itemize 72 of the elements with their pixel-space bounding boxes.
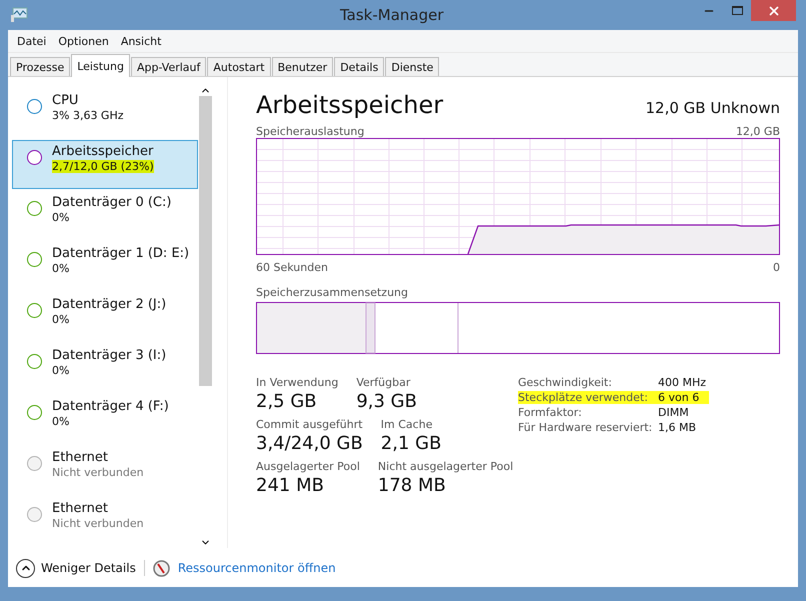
tab[interactable]: Benutzer bbox=[272, 57, 334, 76]
sidebar-item[interactable]: Datenträger 1 (D: E:) 0% bbox=[12, 242, 198, 291]
tab[interactable]: Autostart bbox=[207, 57, 271, 76]
item-name: Datenträger 1 (D: E:) bbox=[52, 246, 190, 261]
item-name: Ethernet bbox=[52, 450, 108, 465]
item-name: Datenträger 0 (C:) bbox=[52, 195, 172, 210]
sidebar-item[interactable]: Datenträger 3 (I:) 0% bbox=[12, 344, 198, 393]
stat-value: 241 MB bbox=[256, 475, 325, 496]
item-detail: 0% bbox=[52, 211, 70, 224]
item-detail: 3% 3,63 GHz bbox=[52, 109, 124, 122]
spec-label: Steckplätze verwendet: bbox=[518, 391, 658, 404]
panel-title: Arbeitsspeicher bbox=[256, 91, 444, 119]
item-detail: 0% bbox=[52, 262, 70, 275]
sidebar-item[interactable]: Datenträger 0 (C:) 0% bbox=[12, 191, 198, 240]
spec-value: 6 von 6 bbox=[658, 391, 710, 404]
stat-label: In Verwendung bbox=[256, 376, 338, 389]
scroll-thumb[interactable] bbox=[199, 96, 212, 386]
stat-value: 3,4/24,0 GB bbox=[256, 433, 363, 454]
spec-label: Geschwindigkeit: bbox=[518, 376, 613, 389]
stat-label: Commit ausgeführt bbox=[256, 418, 363, 431]
item-name: Datenträger 2 (J:) bbox=[52, 297, 166, 312]
spec-value: 400 MHz bbox=[658, 376, 708, 389]
stat-value: 2,1 GB bbox=[380, 433, 442, 454]
graph-max: 12,0 GB bbox=[736, 125, 780, 138]
time-end-label: 0 bbox=[773, 261, 780, 274]
item-detail: 0% bbox=[52, 415, 70, 428]
sidebar-item[interactable]: Arbeitsspeicher 2,7/12,0 GB (23%) bbox=[12, 140, 198, 189]
maximize-icon bbox=[732, 6, 742, 15]
stat-value: 178 MB bbox=[378, 475, 447, 496]
item-name: Datenträger 4 (F:) bbox=[52, 399, 169, 414]
menu-item[interactable]: Datei bbox=[11, 34, 52, 48]
stat-label: Verfügbar bbox=[356, 376, 412, 389]
close-button[interactable] bbox=[751, 0, 796, 21]
menu-item[interactable]: Ansicht bbox=[114, 34, 168, 48]
item-detail: 2,7/12,0 GB (23%) bbox=[52, 160, 154, 173]
item-name: Ethernet bbox=[52, 501, 108, 516]
spec-label: Formfaktor: bbox=[518, 406, 583, 419]
item-name: Datenträger 3 (I:) bbox=[52, 348, 166, 363]
spec-value: 1,6 MB bbox=[658, 421, 698, 434]
item-detail: 0% bbox=[52, 313, 70, 326]
time-span-label: 60 Sekunden bbox=[256, 261, 328, 274]
item-detail: Nicht verbunden bbox=[52, 517, 144, 530]
fewer-details-button[interactable]: Weniger Details bbox=[16, 558, 136, 578]
tab[interactable]: Details bbox=[334, 57, 384, 76]
spec-value: DIMM bbox=[658, 406, 690, 419]
sidebar-item[interactable]: Datenträger 4 (F:) 0% bbox=[12, 395, 198, 444]
tab[interactable]: Dienste bbox=[385, 57, 440, 76]
gauge-icon bbox=[152, 560, 170, 576]
stat-label: Im Cache bbox=[380, 418, 434, 431]
tab[interactable]: Prozesse bbox=[10, 57, 70, 76]
capacity-label: 12,0 GB Unknown bbox=[646, 99, 780, 117]
composition-label: Speicherzusammensetzung bbox=[256, 286, 408, 299]
menu-item[interactable]: Optionen bbox=[52, 34, 115, 48]
item-detail: Nicht verbunden bbox=[52, 466, 144, 479]
graph-label: Speicherauslastung bbox=[256, 125, 364, 138]
stat-label: Ausgelagerter Pool bbox=[256, 460, 360, 473]
item-name: Arbeitsspeicher bbox=[52, 144, 154, 159]
tab[interactable]: Leistung bbox=[71, 54, 130, 77]
app-icon bbox=[10, 7, 28, 23]
window-title: Task-Manager bbox=[340, 6, 444, 24]
resource-monitor-link[interactable]: Ressourcenmonitor öffnen bbox=[178, 561, 336, 575]
tab[interactable]: App-Verlauf bbox=[130, 57, 206, 76]
sidebar-item[interactable]: CPU 3% 3,63 GHz bbox=[12, 89, 198, 138]
stat-label: Nicht ausgelagerter Pool bbox=[378, 460, 514, 473]
item-detail: 0% bbox=[52, 364, 70, 377]
close-icon bbox=[766, 4, 780, 18]
stat-value: 2,5 GB bbox=[256, 391, 318, 412]
item-name: CPU bbox=[52, 93, 78, 108]
sidebar-item[interactable]: Datenträger 2 (J:) 0% bbox=[12, 293, 198, 342]
collapse-icon bbox=[16, 558, 35, 578]
stat-value: 9,3 GB bbox=[356, 391, 417, 412]
spec-label: Für Hardware reserviert: bbox=[518, 421, 654, 434]
